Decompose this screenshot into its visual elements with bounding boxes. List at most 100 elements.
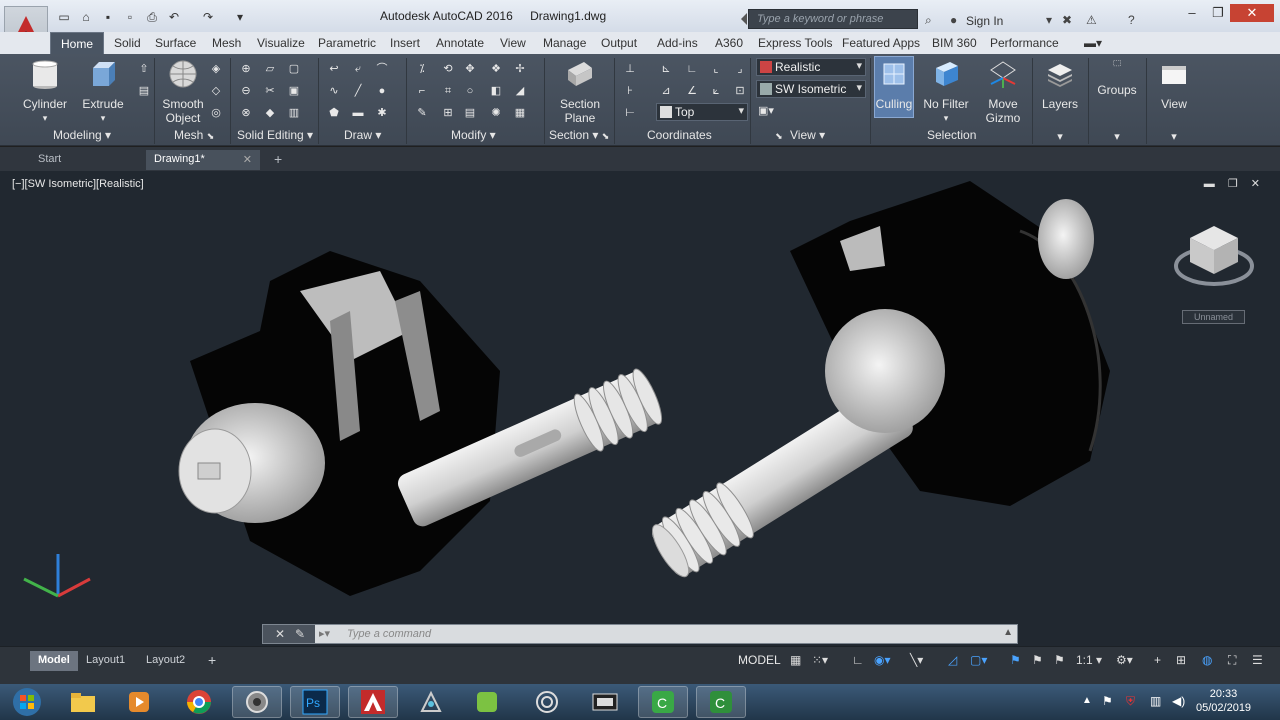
- open-icon[interactable]: ⌂: [78, 10, 94, 24]
- polyline-icon[interactable]: ⤶: [350, 62, 366, 76]
- units-icon[interactable]: ⊞: [1176, 653, 1186, 667]
- ucs-icon-toggle-icon[interactable]: ⊢: [622, 106, 638, 120]
- explode-icon[interactable]: ✺: [488, 106, 504, 120]
- copy-icon[interactable]: ❖: [488, 62, 504, 76]
- grid-array-icon[interactable]: ▦: [512, 106, 528, 120]
- mesh-smooth-less-icon[interactable]: ◇: [208, 84, 224, 98]
- extrude-faces-icon[interactable]: ▣: [286, 84, 302, 98]
- refine-mesh-icon[interactable]: ◎: [208, 106, 224, 120]
- customize-wrench-icon[interactable]: ✎: [295, 627, 305, 641]
- array-icon[interactable]: ⊞: [440, 106, 456, 120]
- annotation-visibility-icon[interactable]: ⚑: [1010, 653, 1021, 667]
- chamfer-icon[interactable]: ◢: [512, 84, 528, 98]
- tab-insert[interactable]: Insert: [390, 36, 420, 50]
- action-center-icon[interactable]: ⚑: [1102, 694, 1113, 708]
- view-button[interactable]: View: [1152, 58, 1196, 111]
- recent-commands-icon[interactable]: ▸▾: [319, 627, 330, 640]
- polysolid-icon[interactable]: ▤: [136, 84, 152, 98]
- search-expand-icon[interactable]: [741, 13, 747, 25]
- qat-dropdown-icon[interactable]: ▾: [232, 10, 248, 24]
- restore-button[interactable]: ❐: [1204, 4, 1232, 22]
- cylinder-button[interactable]: Cylinder ▾: [22, 58, 68, 125]
- taskbar-spiral-app[interactable]: [522, 686, 572, 718]
- presspull-icon[interactable]: ⇧: [136, 62, 152, 76]
- volume-icon[interactable]: ◀): [1172, 694, 1185, 708]
- taskbar-app-open[interactable]: [232, 686, 282, 718]
- tab-performance[interactable]: Performance: [990, 36, 1059, 50]
- culling-button[interactable]: Culling: [874, 58, 914, 111]
- view-expand-icon[interactable]: ▾: [1166, 130, 1182, 144]
- arc-icon[interactable]: ⌒: [374, 62, 390, 76]
- polar-icon[interactable]: ◉▾: [874, 653, 891, 667]
- command-history-icon[interactable]: ▲: [1003, 627, 1013, 638]
- network-icon[interactable]: ▥: [1150, 694, 1161, 708]
- drawing-viewport[interactable]: [−][SW Isometric][Realistic] ▬ ❐ ✕ Unnam…: [0, 171, 1280, 646]
- hatch-icon[interactable]: ✱: [374, 106, 390, 120]
- ucs-y-icon[interactable]: ⌟: [732, 62, 748, 76]
- tab-drawing1[interactable]: Drawing1* ✕: [146, 150, 260, 170]
- system-clock[interactable]: 20:33 05/02/2019: [1196, 687, 1251, 715]
- panel-mesh[interactable]: Mesh ⬊: [174, 128, 214, 142]
- 3d-osnap-icon[interactable]: ▢▾: [970, 653, 987, 667]
- stay-connected-icon[interactable]: ⚠: [1086, 13, 1097, 27]
- new-layout-icon[interactable]: +: [200, 649, 224, 669]
- tab-parametric[interactable]: Parametric: [318, 36, 376, 50]
- close-button[interactable]: ✕: [1230, 4, 1274, 22]
- auto-scale-icon[interactable]: ⚑: [1032, 653, 1043, 667]
- taskbar-camtasia[interactable]: C: [638, 686, 688, 718]
- scale-icon[interactable]: ◧: [488, 84, 504, 98]
- line-segment-icon[interactable]: ╱: [350, 84, 366, 98]
- groups-expand-icon[interactable]: ▾: [1109, 130, 1125, 144]
- extract-edges-icon[interactable]: ▢: [286, 62, 302, 76]
- tab-add-ins[interactable]: Add-ins: [657, 36, 698, 50]
- section-plane-button[interactable]: Section Plane: [556, 58, 604, 125]
- taskbar-sketch-app[interactable]: [462, 686, 512, 718]
- line-icon[interactable]: ↩: [326, 62, 342, 76]
- close-tab-icon[interactable]: ✕: [243, 153, 252, 166]
- intersect-icon[interactable]: ⊗: [238, 106, 254, 120]
- panel-modify[interactable]: Modify ▾: [451, 128, 496, 142]
- taskbar-camtasia-recorder[interactable]: C: [696, 686, 746, 718]
- ucs-dropdown[interactable]: Top: [656, 103, 748, 121]
- osnap-icon[interactable]: ◿: [948, 653, 957, 667]
- tab-layout2[interactable]: Layout2: [138, 651, 193, 671]
- clean-screen-icon[interactable]: ⛶: [1228, 653, 1236, 668]
- tab-mesh[interactable]: Mesh: [212, 36, 241, 50]
- close-command-line-icon[interactable]: ✕: [275, 627, 285, 641]
- taskbar-file-explorer[interactable]: [58, 686, 108, 718]
- view-cube-icon[interactable]: [1174, 226, 1254, 286]
- tab-solid[interactable]: Solid: [114, 36, 141, 50]
- tab-layout1[interactable]: Layout1: [78, 651, 133, 671]
- new-tab-icon[interactable]: +: [266, 148, 290, 168]
- customization-menu-icon[interactable]: ☰: [1252, 653, 1263, 667]
- tab-annotate[interactable]: Annotate: [436, 36, 484, 50]
- move-icon[interactable]: ✥: [462, 62, 478, 76]
- panel-modeling[interactable]: Modeling ▾: [53, 128, 111, 142]
- trim-icon[interactable]: ⁒: [414, 62, 430, 76]
- viewport-config-icon[interactable]: ▣▾: [758, 104, 774, 118]
- panel-draw[interactable]: Draw ▾: [344, 128, 381, 142]
- ucs-world-icon[interactable]: ⊾: [658, 62, 674, 76]
- rotate-icon[interactable]: ⟲: [440, 62, 456, 76]
- ucs-name-menu[interactable]: Unnamed: [1182, 310, 1245, 324]
- panel-selection[interactable]: Selection: [927, 128, 976, 142]
- help-icon[interactable]: ?: [1128, 13, 1135, 27]
- tab-view[interactable]: View: [500, 36, 526, 50]
- tab-home[interactable]: Home: [50, 32, 105, 54]
- start-button[interactable]: [2, 686, 52, 718]
- edit-pen-icon[interactable]: ✎: [414, 106, 430, 120]
- taskbar-autocad[interactable]: [348, 686, 398, 718]
- ucs-icon[interactable]: ⊥: [622, 62, 638, 76]
- ucs-origin-icon[interactable]: ∟: [684, 62, 700, 76]
- interfere-icon[interactable]: ▱: [262, 62, 278, 76]
- save-icon[interactable]: ▪: [100, 10, 116, 24]
- workspace-gear-icon[interactable]: ⚙▾: [1116, 653, 1133, 667]
- mesh-smooth-more-icon[interactable]: ◈: [208, 62, 224, 76]
- exchange-apps-icon[interactable]: ✖: [1062, 13, 1072, 27]
- smooth-object-button[interactable]: Smooth Object: [160, 58, 206, 125]
- taskbar-media-player[interactable]: [114, 686, 164, 718]
- no-filter-button[interactable]: No Filter ▾: [920, 58, 972, 125]
- chevron-down-icon[interactable]: ▾: [1046, 13, 1052, 27]
- isodraft-icon[interactable]: ╲▾: [910, 653, 923, 667]
- mirror-icon[interactable]: ⌗: [440, 84, 456, 98]
